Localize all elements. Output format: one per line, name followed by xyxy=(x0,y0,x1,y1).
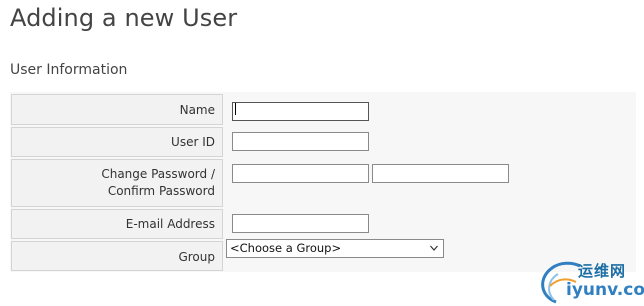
password-label-cell: Change Password / Confirm Password xyxy=(11,159,223,207)
user-info-form: Name User ID Change Password / Confirm P… xyxy=(10,92,636,272)
user-id-label-cell: User ID xyxy=(11,127,223,157)
email-label: E-mail Address xyxy=(125,217,215,231)
name-input[interactable] xyxy=(232,102,369,121)
watermark-text-en: iyunv.com xyxy=(566,280,644,300)
group-select[interactable]: <Choose a Group> xyxy=(226,239,444,258)
add-user-page: Adding a new User User Information Name … xyxy=(0,0,644,306)
site-watermark: 运维网 iyunv.com xyxy=(536,256,644,306)
email-input[interactable] xyxy=(232,214,369,233)
confirm-password-input[interactable] xyxy=(372,164,509,183)
form-row-email: E-mail Address xyxy=(10,209,636,239)
group-label: Group xyxy=(178,250,215,264)
user-id-label: User ID xyxy=(171,135,215,149)
section-title: User Information xyxy=(10,62,128,78)
password-input[interactable] xyxy=(232,164,369,183)
user-id-input[interactable] xyxy=(232,132,369,151)
email-label-cell: E-mail Address xyxy=(11,209,223,239)
group-label-cell: Group xyxy=(11,241,223,271)
text-caret xyxy=(235,103,236,115)
watermark-text-cn: 运维网 xyxy=(578,262,627,280)
form-row-password: Change Password / Confirm Password xyxy=(10,159,636,207)
form-row-user-id: User ID xyxy=(10,127,636,157)
name-label-cell: Name xyxy=(11,94,223,125)
form-row-name: Name xyxy=(10,94,636,125)
password-label: Change Password / Confirm Password xyxy=(101,167,215,198)
name-label: Name xyxy=(179,103,215,117)
chevron-down-icon xyxy=(430,245,438,251)
page-title: Adding a new User xyxy=(10,4,238,32)
group-select-value: <Choose a Group> xyxy=(230,241,342,255)
name-input-wrap xyxy=(232,100,369,121)
